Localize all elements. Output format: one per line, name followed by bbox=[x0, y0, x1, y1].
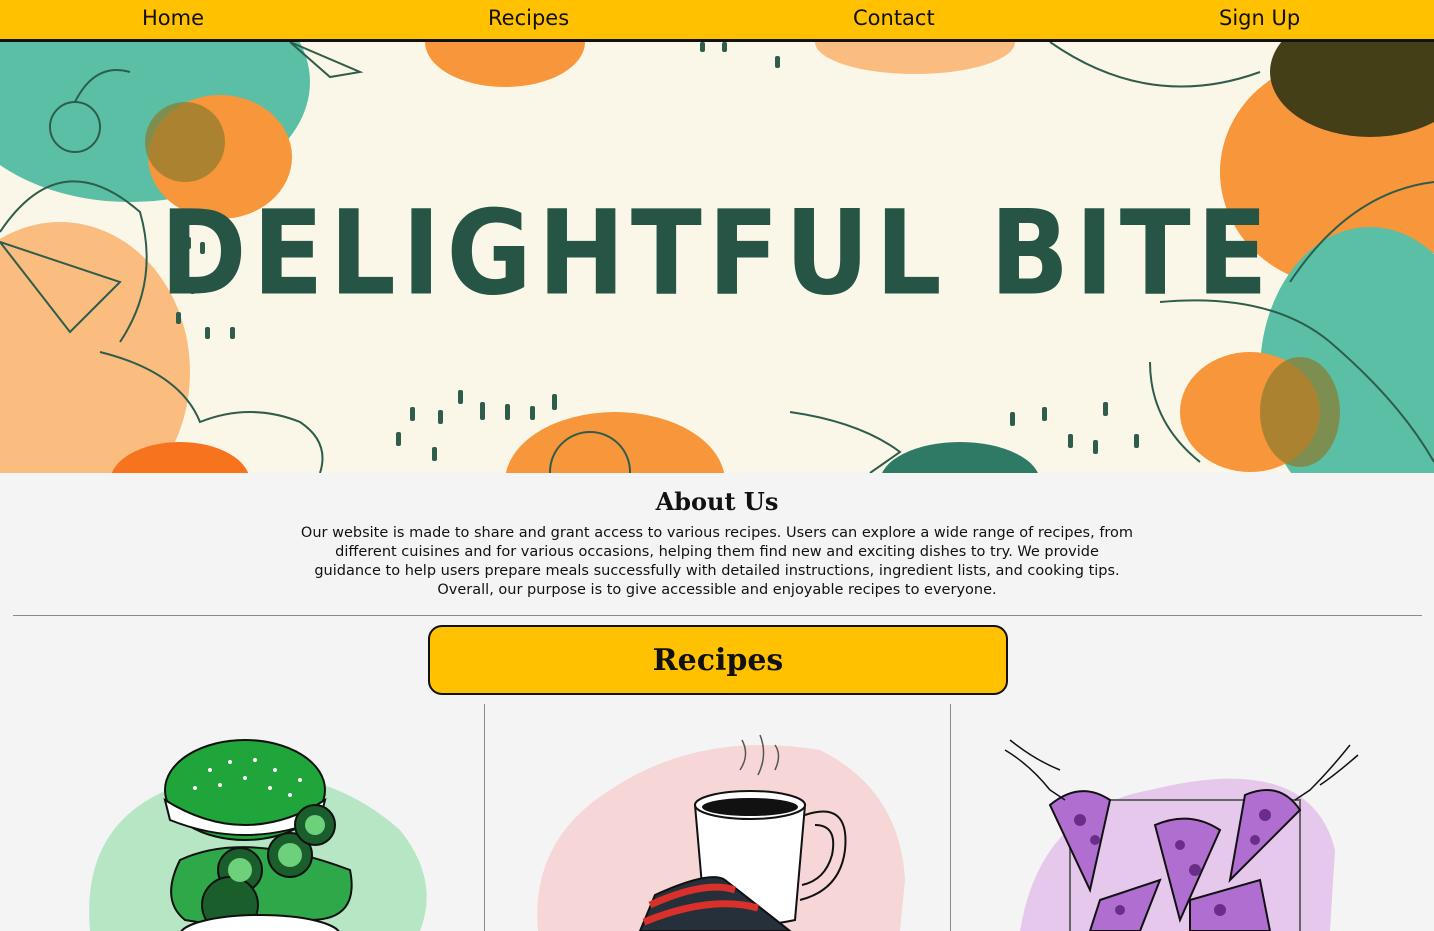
recipe-card-burger[interactable] bbox=[60, 730, 460, 931]
about-line: Our website is made to share and grant a… bbox=[300, 525, 1134, 541]
coffee-cake-illustration bbox=[537, 734, 905, 931]
burger-illustration bbox=[89, 739, 427, 931]
column-divider bbox=[484, 704, 485, 931]
nav-recipes-link[interactable]: Recipes bbox=[488, 6, 569, 30]
recipes-button[interactable]: Recipes bbox=[428, 625, 1008, 695]
pizza-illustration bbox=[1000, 739, 1380, 931]
about-line: Overall, our purpose is to give accessib… bbox=[437, 582, 997, 598]
about-heading: About Us bbox=[655, 487, 779, 516]
nav-contact-link[interactable]: Contact bbox=[853, 6, 935, 30]
column-divider bbox=[950, 704, 951, 931]
nav-home-link[interactable]: Home bbox=[142, 6, 204, 30]
nav-signup-link[interactable]: Sign Up bbox=[1219, 6, 1300, 30]
about-paragraph: Our website is made to share and grant a… bbox=[300, 524, 1134, 600]
recipe-card-coffee-cake[interactable] bbox=[520, 730, 920, 931]
hero-banner: DELIGHTFUL BITE bbox=[0, 42, 1434, 473]
about-line: guidance to help users prepare meals suc… bbox=[314, 563, 1120, 579]
hero-title: DELIGHTFUL BITE bbox=[160, 184, 1274, 322]
section-divider bbox=[13, 615, 1422, 616]
about-line: different cuisines and for various occas… bbox=[335, 544, 1099, 560]
top-navbar: Home Recipes Contact Sign Up bbox=[0, 0, 1434, 42]
recipe-card-pizza[interactable] bbox=[990, 730, 1390, 931]
